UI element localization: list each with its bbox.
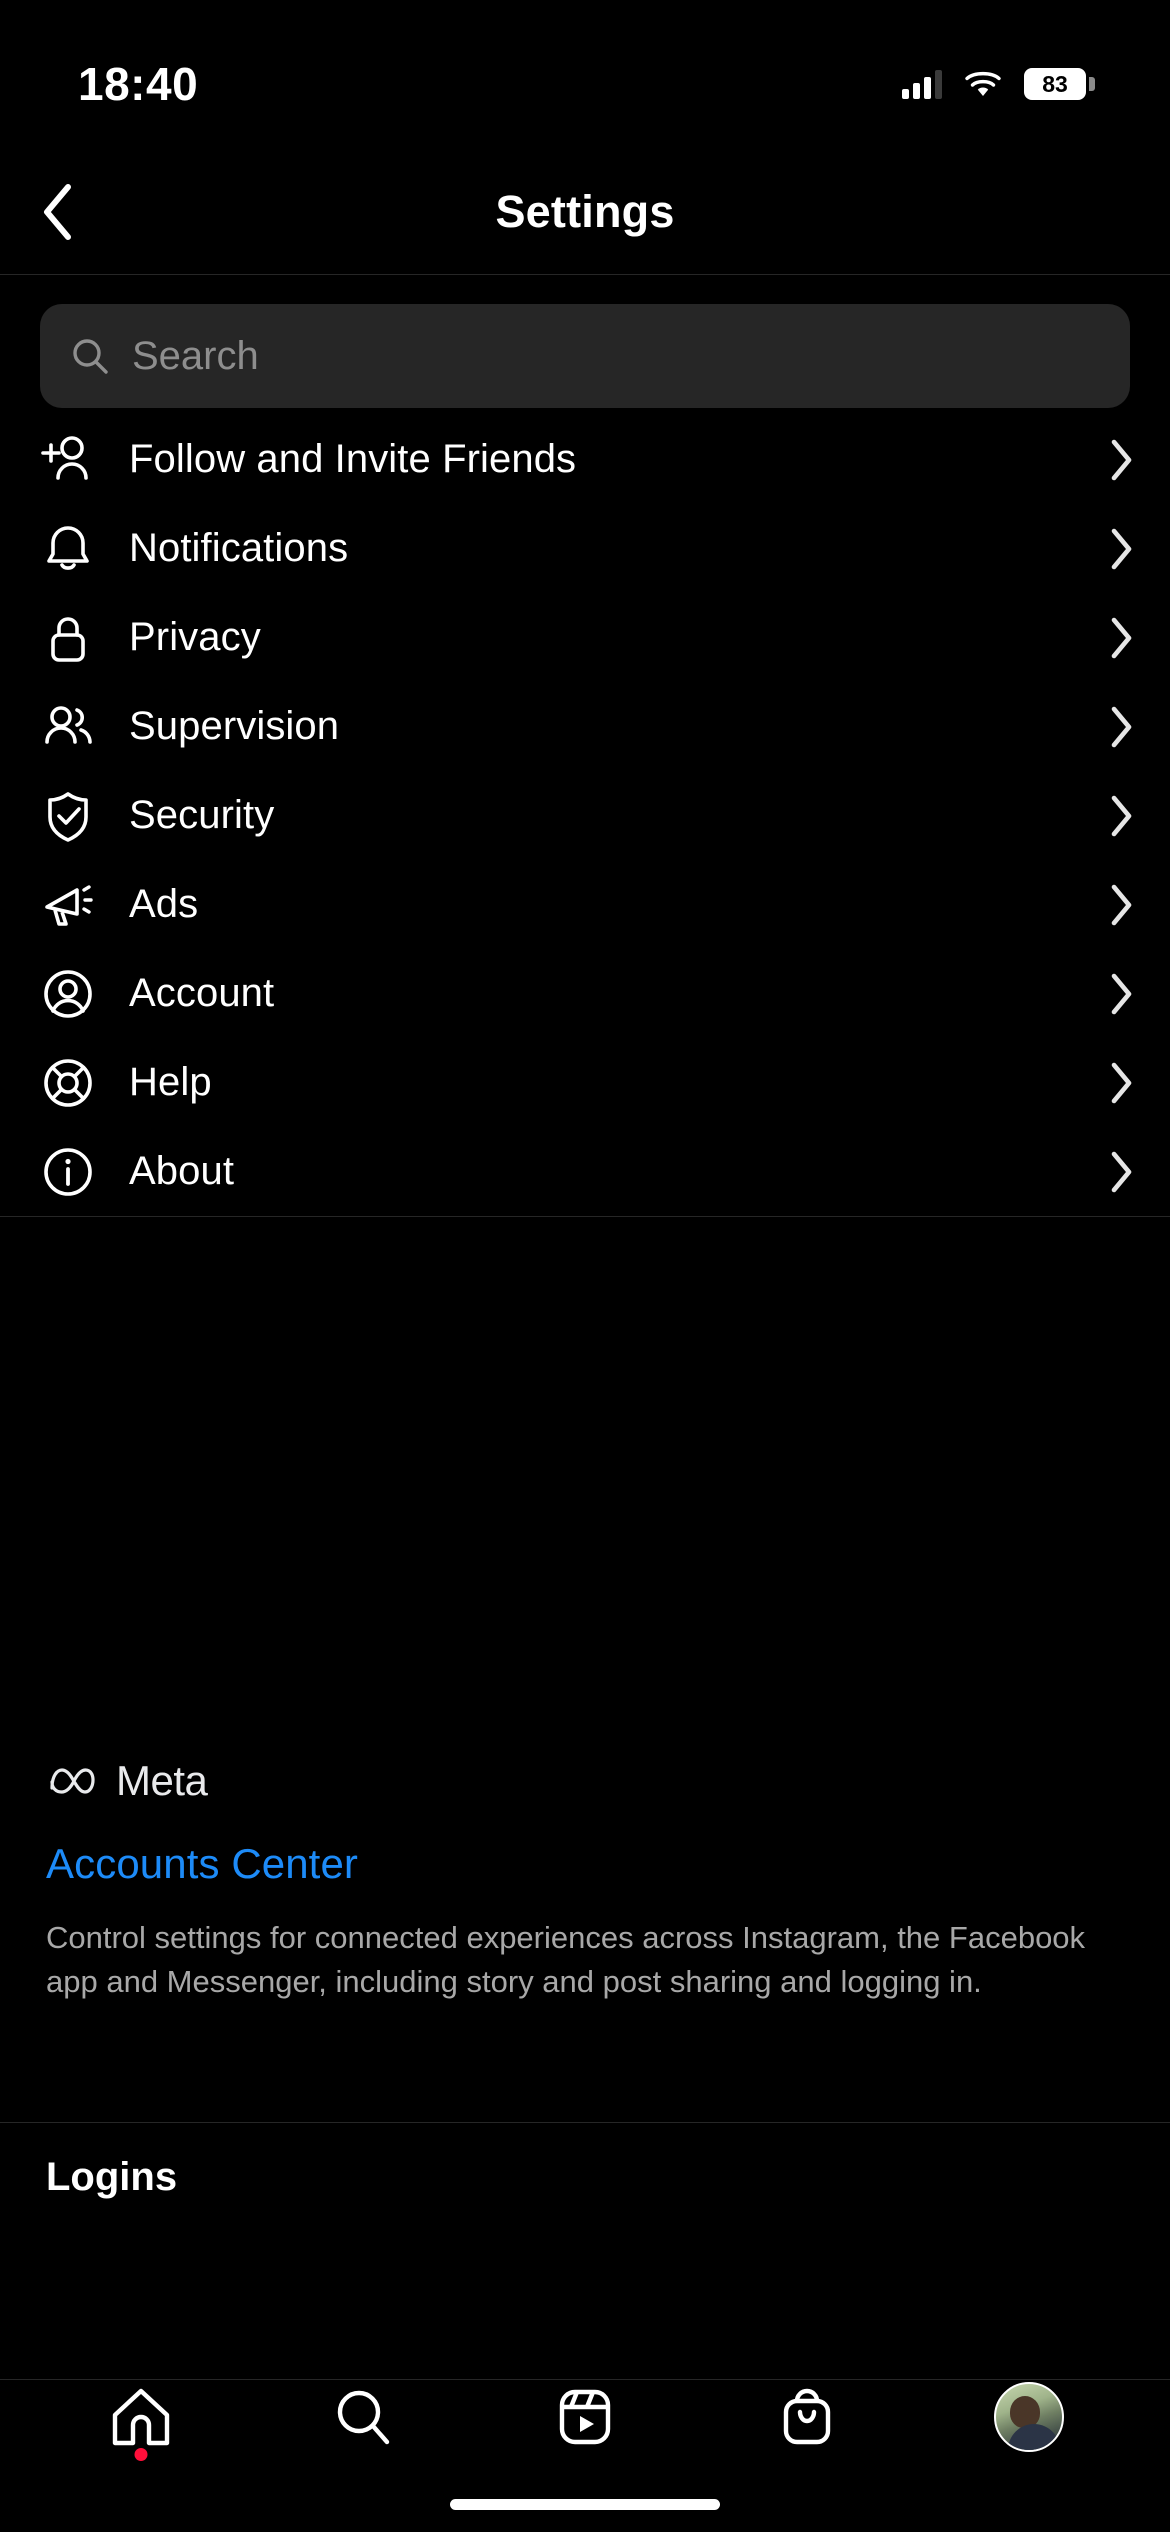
tab-home[interactable] xyxy=(81,2367,201,2467)
search-placeholder: Search xyxy=(132,333,259,378)
settings-menu-list: Follow and Invite Friends Notifications xyxy=(0,415,1170,1217)
account-circle-icon xyxy=(34,965,102,1023)
tab-profile[interactable] xyxy=(969,2367,1089,2467)
menu-item-follow-invite-friends[interactable]: Follow and Invite Friends xyxy=(0,415,1170,504)
logins-divider xyxy=(0,2122,1170,2123)
chevron-right-icon xyxy=(1095,794,1135,838)
chevron-right-icon xyxy=(1095,616,1135,660)
menu-item-label: Ads xyxy=(129,882,199,926)
home-indicator xyxy=(450,2499,720,2510)
battery-indicator: 83 xyxy=(1024,68,1095,100)
menu-item-label: Account xyxy=(129,971,275,1015)
menu-item-notifications[interactable]: Notifications xyxy=(0,504,1170,593)
status-time: 18:40 xyxy=(78,58,199,110)
chevron-right-icon xyxy=(1095,1150,1135,1194)
meta-infinity-logo xyxy=(46,1764,100,1798)
menu-item-label: Security xyxy=(129,793,275,837)
profile-avatar xyxy=(994,2382,1064,2452)
menu-item-help[interactable]: Help xyxy=(0,1038,1170,1127)
menu-item-label: Help xyxy=(129,1060,212,1104)
people-icon xyxy=(34,698,102,756)
lifebuoy-icon xyxy=(34,1054,102,1112)
megaphone-icon xyxy=(34,876,102,934)
meta-description: Control settings for connected experienc… xyxy=(46,1920,1086,2000)
navigation-header: Settings xyxy=(0,150,1170,275)
section-divider xyxy=(0,1216,1170,1217)
menu-item-security[interactable]: Security xyxy=(0,771,1170,860)
search-input[interactable]: Search xyxy=(40,304,1130,408)
menu-item-label: Follow and Invite Friends xyxy=(129,437,577,481)
menu-item-about[interactable]: About xyxy=(0,1127,1170,1216)
search-icon xyxy=(73,339,108,374)
bottom-tab-bar xyxy=(0,2362,1170,2472)
menu-item-label: Notifications xyxy=(129,526,349,570)
search-bar-container: Search xyxy=(0,304,1170,408)
menu-item-label: Privacy xyxy=(129,615,261,659)
logins-section-title: Logins xyxy=(46,2155,178,2199)
tab-reels[interactable] xyxy=(525,2367,645,2467)
menu-item-label: About xyxy=(129,1149,235,1193)
bell-icon xyxy=(34,520,102,578)
shopping-bag-icon xyxy=(783,2388,831,2445)
menu-item-label: Supervision xyxy=(129,704,340,748)
chevron-right-icon xyxy=(1095,883,1135,927)
chevron-right-icon xyxy=(1095,705,1135,749)
tab-shop[interactable] xyxy=(747,2367,867,2467)
home-icon xyxy=(112,2388,170,2446)
shield-check-icon xyxy=(34,787,102,845)
status-indicators: 83 xyxy=(902,50,1095,100)
menu-item-privacy[interactable]: Privacy xyxy=(0,593,1170,682)
instagram-settings-screen: 18:40 83 Settings Search Follow and Invi… xyxy=(0,0,1170,2532)
chevron-right-icon xyxy=(1095,1061,1135,1105)
battery-percent: 83 xyxy=(1024,68,1095,100)
search-icon xyxy=(337,2390,390,2445)
status-bar: 18:40 83 xyxy=(0,0,1170,150)
lock-icon xyxy=(34,609,102,667)
menu-item-account[interactable]: Account xyxy=(0,949,1170,1038)
meta-section: Meta Accounts Center Control settings fo… xyxy=(0,1738,1170,2004)
page-title: Settings xyxy=(495,186,675,237)
reels-icon xyxy=(559,2389,611,2445)
person-add-icon xyxy=(34,431,102,489)
meta-wordmark: Meta xyxy=(116,1757,208,1804)
menu-item-supervision[interactable]: Supervision xyxy=(0,682,1170,771)
menu-item-ads[interactable]: Ads xyxy=(0,860,1170,949)
chevron-right-icon xyxy=(1095,972,1135,1016)
meta-brand: Meta xyxy=(46,1738,1124,1824)
wifi-icon xyxy=(964,69,1002,99)
chevron-right-icon xyxy=(1095,527,1135,571)
tab-search[interactable] xyxy=(303,2367,423,2467)
accounts-center-link[interactable]: Accounts Center xyxy=(46,1840,1124,1888)
back-button[interactable] xyxy=(18,172,98,252)
chevron-left-icon xyxy=(44,184,71,240)
cellular-bars-icon xyxy=(902,69,942,99)
chevron-right-icon xyxy=(1095,438,1135,482)
info-circle-icon xyxy=(34,1143,102,1201)
home-notification-badge xyxy=(134,2448,148,2461)
